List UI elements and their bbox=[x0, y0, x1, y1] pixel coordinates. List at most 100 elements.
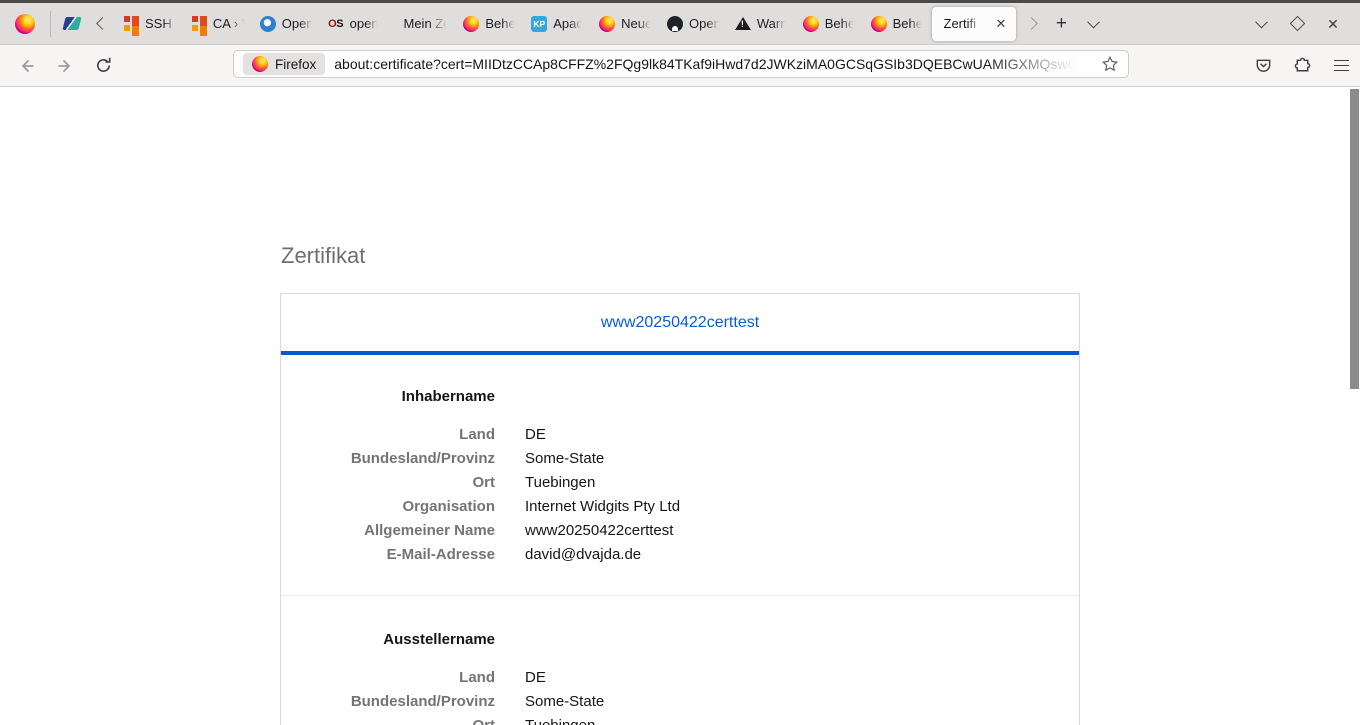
browser-tab[interactable]: Open bbox=[253, 7, 321, 41]
cert-field-label: E-Mail-Adresse bbox=[281, 543, 495, 567]
url-bar[interactable]: Firefox about:certificate?cert=MIIDtzCCA… bbox=[233, 50, 1129, 78]
openssl-icon bbox=[328, 16, 344, 32]
section-title: Ausstellername bbox=[281, 628, 495, 666]
site-identity-chip[interactable]: Firefox bbox=[243, 53, 325, 75]
selfhtml-icon bbox=[124, 16, 139, 31]
forward-button[interactable] bbox=[50, 51, 80, 81]
tabbar-separator bbox=[50, 11, 51, 37]
cert-field-label: Ort bbox=[281, 714, 495, 725]
firefox-favicon bbox=[252, 56, 268, 72]
cert-field-value: Some-State bbox=[525, 690, 1079, 714]
cert-field-value: Internet Widgits Pty Ltd bbox=[525, 495, 1079, 519]
browser-tab[interactable]: Behe bbox=[456, 7, 524, 41]
selfhtml-icon bbox=[192, 16, 207, 31]
firefox-ball-icon bbox=[803, 16, 819, 32]
cert-field-label: Bundesland/Provinz bbox=[281, 690, 495, 714]
browser-tab[interactable]: Neue bbox=[592, 7, 660, 41]
cert-field-label: Allgemeiner Name bbox=[281, 519, 495, 543]
tab-label: Warn bbox=[757, 16, 788, 31]
tab-label: Behe bbox=[485, 16, 515, 31]
blue-globe-icon bbox=[260, 16, 276, 32]
tab-bar: SSH › CA › V Open open Mein Zer Behe Apa… bbox=[0, 3, 1360, 45]
scroll-tabs-left-button[interactable] bbox=[89, 8, 115, 40]
close-icon: ✕ bbox=[1327, 17, 1339, 31]
extensions-button[interactable] bbox=[1287, 51, 1317, 81]
page-content: Zertifikat www20250422certtest Inhaberna… bbox=[0, 87, 1360, 725]
firefox-ball-icon bbox=[599, 16, 615, 32]
reload-icon bbox=[94, 56, 113, 75]
chevron-left-icon bbox=[96, 17, 109, 30]
certificate-section: Ausstellername Land DE Bundesland/Provinz S… bbox=[281, 595, 1079, 725]
cert-field-value: Tuebingen bbox=[525, 714, 1079, 725]
firefox-app-button[interactable] bbox=[6, 7, 44, 41]
browser-tab[interactable]: Mein Zer bbox=[389, 7, 457, 41]
hamburger-icon bbox=[1334, 60, 1349, 72]
certificate-card: www20250422certtest Inhabername LandDEBu… bbox=[280, 293, 1080, 725]
tab-zertifikat-active[interactable]: Zertifi ✕ bbox=[932, 7, 1017, 41]
window-controls: ✕ bbox=[1248, 11, 1354, 37]
tab-label: Behe bbox=[825, 16, 855, 31]
browser-tab[interactable]: Behe bbox=[864, 7, 932, 41]
cert-field-value: DE bbox=[525, 666, 1079, 690]
github-icon bbox=[667, 16, 683, 32]
browser-tab[interactable]: Apac bbox=[524, 7, 592, 41]
certificate-section: Inhabername LandDEBundesland/ProvinzSome… bbox=[281, 355, 1079, 595]
tab-label: Neue bbox=[621, 16, 652, 31]
back-button[interactable] bbox=[12, 51, 42, 81]
cert-field-label: Bundesland/Provinz bbox=[281, 447, 495, 471]
scrollbar-thumb[interactable] bbox=[1350, 89, 1359, 389]
firefox-logo-icon bbox=[15, 14, 35, 34]
pocket-button[interactable] bbox=[1248, 51, 1278, 81]
chevron-down-icon bbox=[1087, 16, 1100, 29]
pinned-site-icon bbox=[62, 17, 81, 30]
pinned-tab[interactable] bbox=[57, 8, 87, 40]
tab-label: Open bbox=[689, 16, 721, 31]
cert-field-value: Tuebingen bbox=[525, 471, 1079, 495]
bookmark-star-icon[interactable] bbox=[1101, 55, 1119, 73]
url-text[interactable]: about:certificate?cert=MIIDtzCCAp8CFFZ%2… bbox=[334, 56, 1092, 72]
new-tab-button[interactable]: + bbox=[1046, 8, 1076, 40]
puzzle-piece-icon bbox=[1293, 56, 1312, 75]
tab-label: Apac bbox=[553, 16, 583, 31]
cert-field-value: DE bbox=[525, 423, 1079, 447]
cert-field-label: Land bbox=[281, 423, 495, 447]
firefox-ball-icon bbox=[871, 16, 887, 32]
back-arrow-icon bbox=[17, 56, 37, 76]
close-window-button[interactable]: ✕ bbox=[1320, 11, 1346, 37]
app-menu-button[interactable] bbox=[1326, 51, 1356, 81]
pocket-icon bbox=[1254, 56, 1273, 75]
tab-label: Mein Zer bbox=[404, 16, 450, 31]
certificate-sections: Inhabername LandDEBundesland/ProvinzSome… bbox=[281, 355, 1079, 725]
list-all-tabs-button[interactable] bbox=[1078, 8, 1108, 40]
forward-arrow-icon bbox=[55, 56, 75, 76]
warning-icon bbox=[735, 17, 751, 30]
scroll-tabs-right-button[interactable] bbox=[1018, 8, 1044, 40]
cert-field-value: www20250422certtest bbox=[525, 519, 1079, 543]
browser-tab[interactable]: SSH › bbox=[117, 7, 185, 41]
kp-icon bbox=[531, 16, 547, 32]
cert-field-label: Land bbox=[281, 666, 495, 690]
cert-field-label: Ort bbox=[281, 471, 495, 495]
firefox-ball-icon bbox=[463, 16, 479, 32]
certificate-tab-header: www20250422certtest bbox=[281, 294, 1079, 355]
browser-tab[interactable]: Open bbox=[660, 7, 728, 41]
browser-tab[interactable]: Warn bbox=[728, 7, 796, 41]
tab-label: Behe bbox=[893, 16, 923, 31]
minimize-button[interactable] bbox=[1248, 11, 1274, 37]
navigation-toolbar: Firefox about:certificate?cert=MIIDtzCCA… bbox=[0, 45, 1360, 87]
tab-label: Open bbox=[282, 16, 314, 31]
browser-tab[interactable]: open bbox=[321, 7, 389, 41]
page-title: Zertifikat bbox=[281, 243, 365, 269]
no-favicon bbox=[396, 16, 398, 32]
site-identity-label: Firefox bbox=[275, 57, 316, 72]
cert-field-value: david@dvajda.de bbox=[525, 543, 1079, 567]
tab-close-icon[interactable]: ✕ bbox=[992, 16, 1011, 31]
cert-field-label: Organisation bbox=[281, 495, 495, 519]
browser-tab[interactable]: CA › V bbox=[185, 7, 253, 41]
browser-tab[interactable]: Behe bbox=[796, 7, 864, 41]
tab-label: CA › V bbox=[213, 16, 246, 31]
certificate-tab[interactable]: www20250422certtest bbox=[601, 314, 759, 332]
reload-button[interactable] bbox=[88, 51, 118, 81]
maximize-button[interactable] bbox=[1284, 11, 1310, 37]
tab-label: Zertifi bbox=[944, 16, 986, 31]
